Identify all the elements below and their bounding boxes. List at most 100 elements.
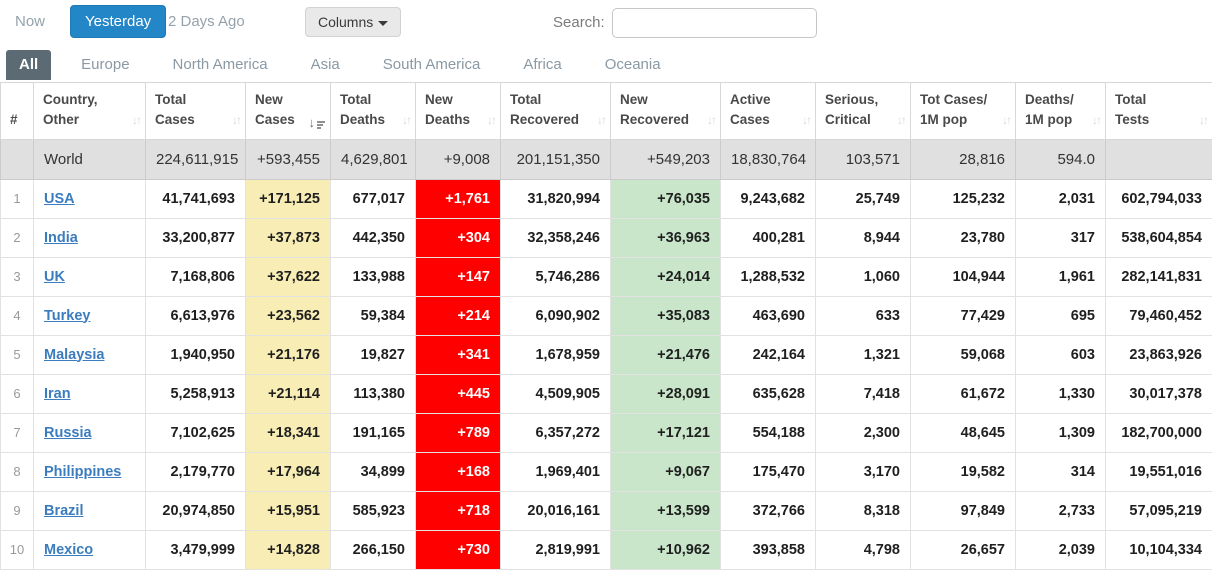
cell-serious_critical: 1,060: [816, 257, 911, 296]
table-header: #Country,Other↓↑TotalCases↓↑NewCases↓Tot…: [1, 83, 1212, 140]
country-link[interactable]: Mexico: [44, 542, 93, 558]
cell-active_cases: 393,858: [721, 530, 816, 569]
time-tab-yesterday[interactable]: Yesterday: [70, 5, 166, 38]
header-line1: Serious,: [825, 90, 892, 110]
cell-deaths_1m: 2,031: [1016, 179, 1106, 218]
cell-rank: 7: [1, 413, 34, 452]
cell-new_deaths: +1,761: [416, 179, 501, 218]
cell-deaths_1m: 695: [1016, 296, 1106, 335]
cell-new_recovered: +36,963: [611, 218, 721, 257]
cell-total_cases: 41,741,693: [146, 179, 246, 218]
cell-deaths_1m: 314: [1016, 452, 1106, 491]
table-row-india: 2India33,200,877+37,873442,350+30432,358…: [1, 218, 1212, 257]
cell-deaths_1m: 594.0: [1016, 139, 1106, 179]
column-header-total_cases[interactable]: TotalCases↓↑: [146, 83, 246, 140]
cell-new_deaths: +214: [416, 296, 501, 335]
cell-active_cases: 9,243,682: [721, 179, 816, 218]
region-tab-asia[interactable]: Asia: [298, 50, 353, 80]
cell-new_deaths: +341: [416, 335, 501, 374]
sort-both-icon: ↓↑: [897, 111, 905, 129]
cell-rank: 8: [1, 452, 34, 491]
cell-country: Mexico: [34, 530, 146, 569]
cell-total_deaths: 266,150: [331, 530, 416, 569]
country-link[interactable]: Malaysia: [44, 347, 104, 363]
sort-both-icon: ↓↑: [132, 111, 140, 129]
country-link[interactable]: Iran: [44, 386, 71, 402]
region-tab-north-america[interactable]: North America: [160, 50, 281, 80]
table-row-mexico: 10Mexico3,479,999+14,828266,150+7302,819…: [1, 530, 1212, 569]
header-line1: New: [425, 90, 482, 110]
cell-total_tests: 79,460,452: [1106, 296, 1212, 335]
cell-new_deaths: +718: [416, 491, 501, 530]
header-line1: Active: [730, 90, 797, 110]
cell-rank: 10: [1, 530, 34, 569]
header-line1: Deaths/: [1025, 90, 1087, 110]
cell-tot_cases_1m: 97,849: [911, 491, 1016, 530]
column-header-tot_cases_1m[interactable]: Tot Cases/1M pop↓↑: [911, 83, 1016, 140]
region-tab-all[interactable]: All: [6, 50, 51, 80]
column-header-new_recovered[interactable]: NewRecovered↓↑: [611, 83, 721, 140]
sort-both-icon: ↓↑: [707, 111, 715, 129]
cell-active_cases: 242,164: [721, 335, 816, 374]
column-header-new_deaths[interactable]: NewDeaths↓↑: [416, 83, 501, 140]
country-link[interactable]: India: [44, 230, 78, 246]
column-header-rank[interactable]: #: [1, 83, 34, 140]
cell-total_cases: 3,479,999: [146, 530, 246, 569]
table-row-iran: 6Iran5,258,913+21,114113,380+4454,509,90…: [1, 374, 1212, 413]
country-link[interactable]: Russia: [44, 425, 92, 441]
cell-total_cases: 5,258,913: [146, 374, 246, 413]
cell-total_deaths: 133,988: [331, 257, 416, 296]
region-tab-africa[interactable]: Africa: [510, 50, 574, 80]
region-tab-oceania[interactable]: Oceania: [592, 50, 674, 80]
column-header-serious_critical[interactable]: Serious,Critical↓↑: [816, 83, 911, 140]
header-line1: New: [255, 90, 312, 110]
cell-serious_critical: 7,418: [816, 374, 911, 413]
column-header-total_deaths[interactable]: TotalDeaths↓↑: [331, 83, 416, 140]
cell-deaths_1m: 1,961: [1016, 257, 1106, 296]
region-tab-europe[interactable]: Europe: [68, 50, 142, 80]
sort-both-icon: ↓↑: [1092, 111, 1100, 129]
country-link[interactable]: Philippines: [44, 464, 121, 480]
cell-total_recovered: 6,090,902: [501, 296, 611, 335]
time-tab-now[interactable]: Now: [15, 13, 45, 30]
country-link[interactable]: Turkey: [44, 308, 90, 324]
cell-new_deaths: +147: [416, 257, 501, 296]
cell-new_recovered: +549,203: [611, 139, 721, 179]
cell-deaths_1m: 1,309: [1016, 413, 1106, 452]
country-link[interactable]: Brazil: [44, 503, 84, 519]
cell-serious_critical: 3,170: [816, 452, 911, 491]
column-header-total_recovered[interactable]: TotalRecovered↓↑: [501, 83, 611, 140]
cell-total_deaths: 4,629,801: [331, 139, 416, 179]
columns-dropdown-button[interactable]: Columns: [305, 7, 401, 37]
time-tab-2-days-ago[interactable]: 2 Days Ago: [168, 13, 245, 30]
cell-new_deaths: +168: [416, 452, 501, 491]
cell-active_cases: 175,470: [721, 452, 816, 491]
search-label: Search:: [553, 14, 605, 31]
cell-total_recovered: 1,678,959: [501, 335, 611, 374]
cell-country: Iran: [34, 374, 146, 413]
cell-new_recovered: +10,962: [611, 530, 721, 569]
cell-new_deaths: +789: [416, 413, 501, 452]
cell-new_deaths: +730: [416, 530, 501, 569]
column-header-total_tests[interactable]: TotalTests↓↑: [1106, 83, 1212, 140]
cell-deaths_1m: 2,039: [1016, 530, 1106, 569]
cell-new_cases: +14,828: [246, 530, 331, 569]
region-tab-south-america[interactable]: South America: [370, 50, 494, 80]
cell-total_recovered: 20,016,161: [501, 491, 611, 530]
country-link[interactable]: UK: [44, 269, 65, 285]
cell-country: USA: [34, 179, 146, 218]
cell-total_recovered: 4,509,905: [501, 374, 611, 413]
column-header-deaths_1m[interactable]: Deaths/1M pop↓↑: [1016, 83, 1106, 140]
cell-new_cases: +17,964: [246, 452, 331, 491]
column-header-country[interactable]: Country,Other↓↑: [34, 83, 146, 140]
cell-tot_cases_1m: 61,672: [911, 374, 1016, 413]
cell-tot_cases_1m: 104,944: [911, 257, 1016, 296]
cell-new_deaths: +304: [416, 218, 501, 257]
cell-serious_critical: 8,944: [816, 218, 911, 257]
column-header-active_cases[interactable]: ActiveCases↓↑: [721, 83, 816, 140]
table-row-brazil: 9Brazil20,974,850+15,951585,923+71820,01…: [1, 491, 1212, 530]
country-link[interactable]: USA: [44, 191, 75, 207]
cell-total_tests: 19,551,016: [1106, 452, 1212, 491]
column-header-new_cases[interactable]: NewCases↓: [246, 83, 331, 140]
search-input[interactable]: [612, 8, 817, 38]
